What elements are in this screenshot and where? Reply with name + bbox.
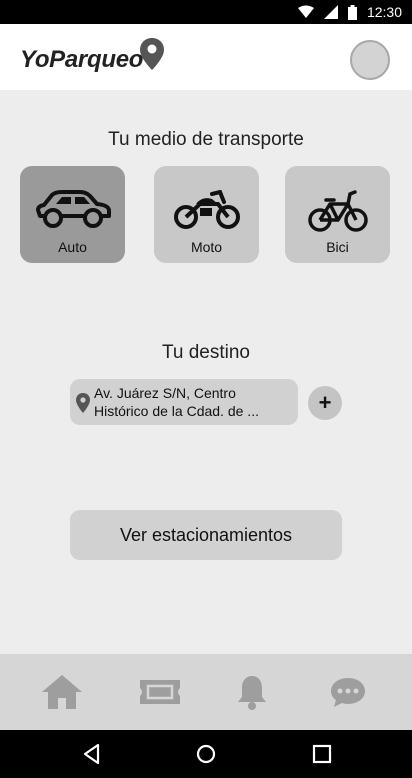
wifi-icon (297, 5, 314, 18)
status-time: 12:30 (366, 4, 402, 20)
transport-label-bici: Bici (326, 239, 349, 255)
system-nav-bar (0, 730, 412, 778)
transport-section-title: Tu medio de transporte (108, 129, 304, 150)
car-icon (35, 190, 111, 228)
status-bar: 12:30 (0, 0, 412, 24)
nav-home[interactable] (40, 670, 84, 714)
location-pin-icon (140, 38, 164, 70)
recents-icon[interactable] (310, 742, 334, 766)
location-pin-icon (76, 393, 90, 413)
destination-value: Av. Juárez S/N, Centro Histórico de la C… (94, 385, 259, 419)
home-circle-icon[interactable] (194, 742, 218, 766)
app-logo-text: YoParqueo (20, 46, 144, 73)
cell-signal-icon (323, 5, 338, 19)
back-icon[interactable] (80, 742, 104, 766)
destination-section-title: Tu destino (161, 342, 250, 363)
add-destination-button[interactable]: + (308, 386, 342, 420)
transport-label-auto: Auto (58, 239, 87, 255)
nav-chat[interactable] (326, 670, 370, 714)
battery-icon (347, 4, 357, 20)
destination-field[interactable]: Av. Juárez S/N, Centro Histórico de la C… (70, 379, 298, 425)
transport-option-moto[interactable]: Moto (154, 166, 259, 263)
bell-icon (238, 676, 266, 710)
transport-option-auto[interactable]: Auto (20, 166, 125, 263)
nav-notifications[interactable] (230, 670, 274, 714)
transport-label-moto: Moto (190, 239, 223, 255)
chat-icon (331, 678, 365, 707)
motorcycle-icon (173, 190, 240, 229)
transport-option-bici[interactable]: Bici (285, 166, 390, 263)
view-parking-button[interactable]: Ver estacionamientos (70, 510, 342, 560)
home-icon (42, 675, 82, 709)
nav-ticket[interactable] (138, 670, 182, 714)
app-header: YoParqueo (0, 24, 412, 90)
bicycle-icon (307, 190, 368, 232)
ticket-icon (140, 680, 180, 704)
profile-avatar[interactable] (350, 40, 390, 80)
bottom-nav (0, 654, 412, 730)
